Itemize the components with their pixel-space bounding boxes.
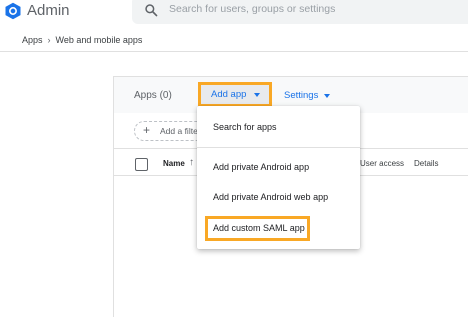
menu-item-add-custom-saml-app[interactable]: Add custom SAML app [205, 216, 310, 241]
menu-item-label: Add private Android app [213, 162, 310, 172]
settings-chevron-down-icon[interactable] [324, 94, 330, 98]
settings-button[interactable]: Settings [284, 90, 318, 101]
breadcrumb: Apps › Web and mobile apps [22, 35, 142, 45]
column-header-name[interactable]: Name [163, 159, 185, 168]
sort-ascending-icon[interactable]: ↑ [189, 157, 194, 168]
plus-icon: + [143, 123, 151, 137]
column-header-user-access: User access [360, 159, 405, 168]
search-bar[interactable]: Search for users, groups or settings [132, 0, 468, 24]
breadcrumb-separator: › [47, 35, 51, 45]
column-header-details: Details [414, 159, 439, 168]
search-input[interactable]: Search for users, groups or settings [169, 3, 335, 15]
breadcrumb-apps[interactable]: Apps [22, 35, 43, 45]
add-app-button[interactable]: Add app [198, 82, 272, 107]
menu-item-add-private-android-app[interactable]: Add private Android app [197, 156, 360, 180]
menu-separator [197, 147, 360, 148]
menu-item-label: Add custom SAML app [213, 223, 305, 233]
top-header: Admin Search for users, groups or settin… [0, 0, 468, 30]
app-title[interactable]: Admin [27, 1, 70, 21]
menu-item-label: Add private Android web app [213, 192, 329, 202]
search-icon [145, 4, 158, 17]
breadcrumb-current: Web and mobile apps [55, 35, 143, 45]
menu-item-search-for-apps[interactable]: Search for apps [197, 116, 360, 140]
add-app-label: Add app [211, 89, 247, 100]
header-divider [0, 51, 468, 52]
admin-logo-icon[interactable] [4, 2, 22, 20]
add-filter-label: Add a filte [160, 126, 198, 136]
menu-item-add-private-android-web-app[interactable]: Add private Android web app [197, 186, 360, 210]
apps-count: Apps (0) [134, 90, 172, 101]
menu-item-label: Search for apps [213, 122, 277, 132]
chevron-down-icon [254, 93, 260, 97]
select-all-checkbox[interactable] [135, 158, 148, 171]
add-app-menu: Search for apps Add private Android app … [197, 106, 360, 249]
